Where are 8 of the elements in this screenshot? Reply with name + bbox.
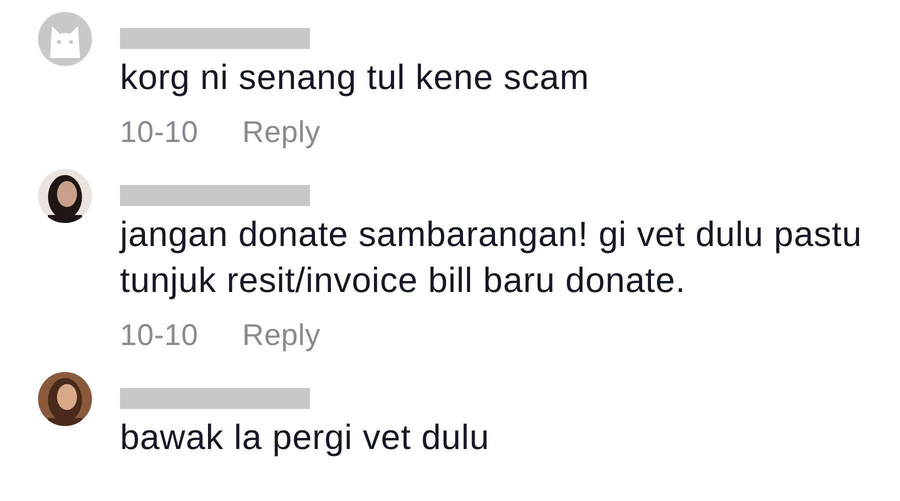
comment-text: jangan donate sambarangan! gi vet dulu pastu tunjuk resit/invoice bill baru donate.: [120, 214, 863, 302]
reply-link[interactable]: Reply: [242, 316, 320, 356]
comment-date: 10-10: [120, 115, 198, 151]
comment-date: 10-10: [120, 318, 198, 354]
reply-link[interactable]: Reply: [242, 113, 320, 153]
avatar-icon: [38, 12, 92, 66]
comment-text: korg ni senang tul kene scam: [120, 57, 590, 99]
comment-text: bawak la pergi vet dulu: [120, 417, 490, 459]
